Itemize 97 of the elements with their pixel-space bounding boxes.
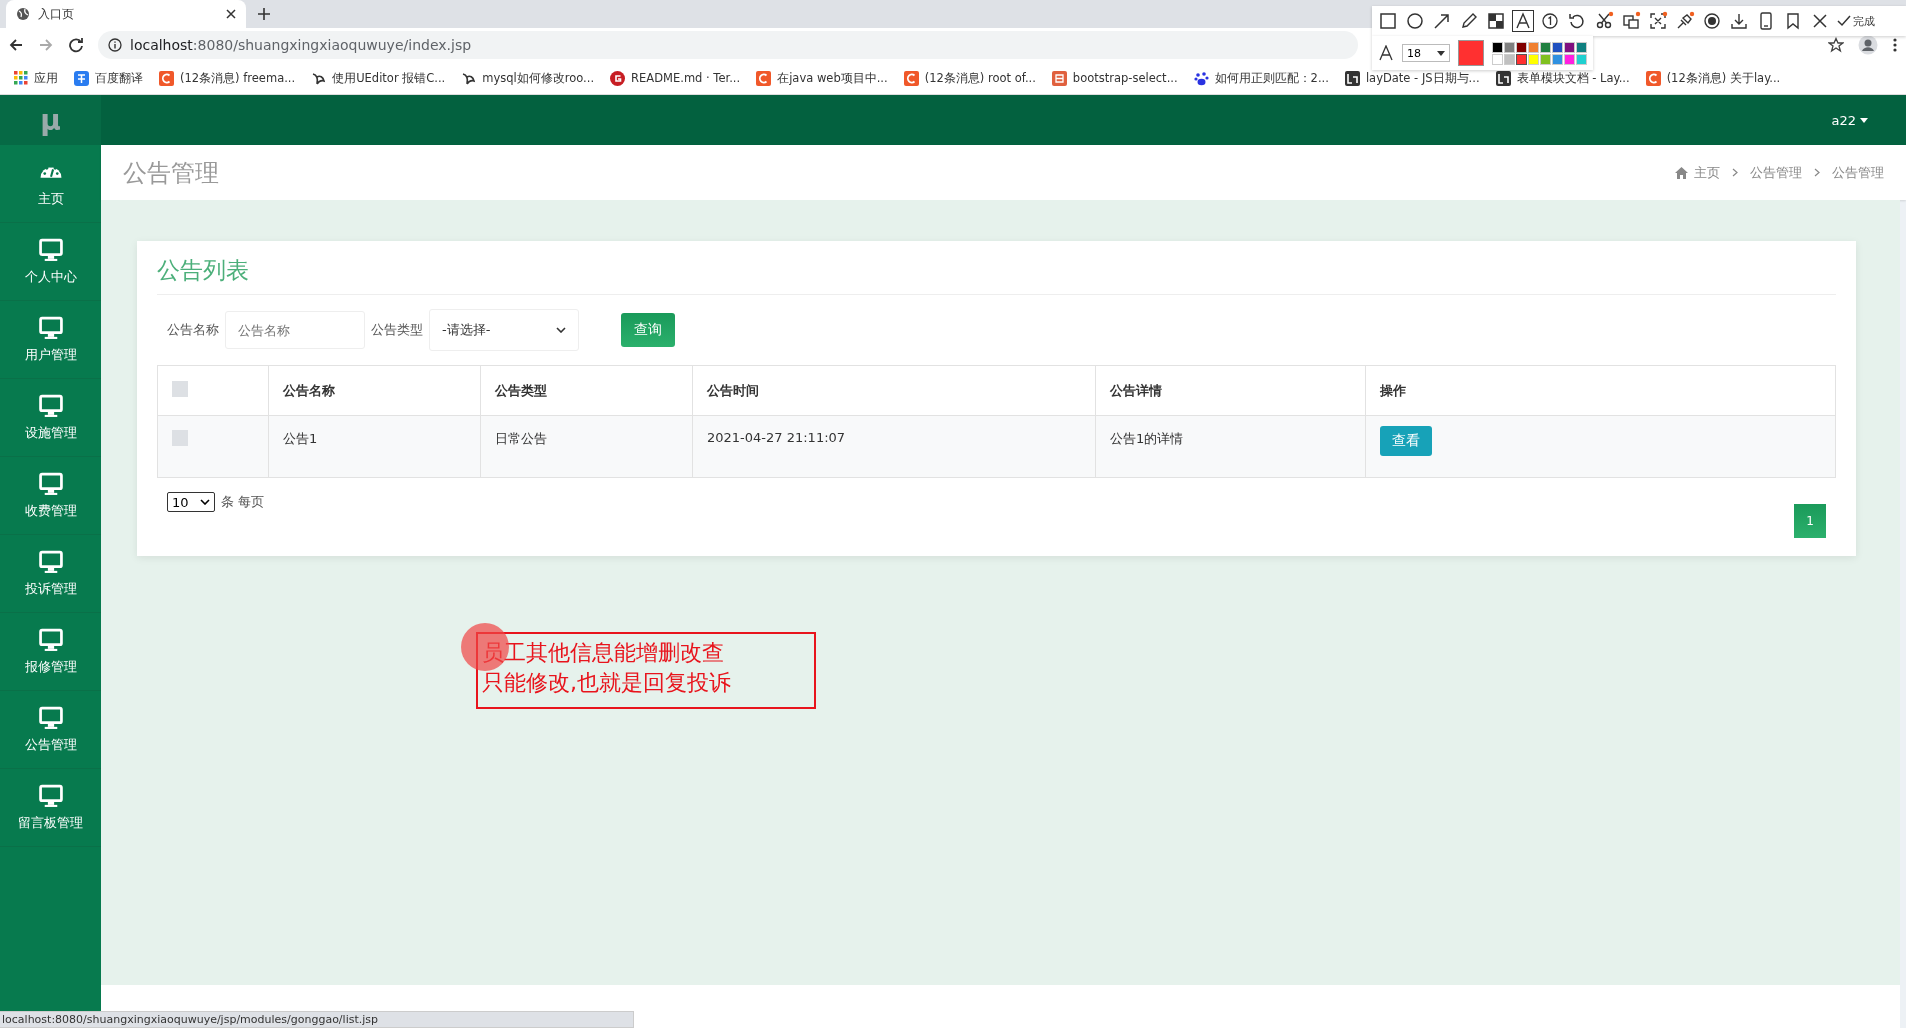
record-icon[interactable] <box>1702 11 1722 31</box>
caret-icon <box>1860 117 1868 123</box>
overlapping-squares-icon[interactable] <box>1621 11 1641 31</box>
browser-tab[interactable]: 入口页 <box>6 0 246 28</box>
column-header: 公告名称 <box>268 365 481 416</box>
field-label: 公告名称 <box>167 321 219 339</box>
column-header: 公告类型 <box>480 365 693 416</box>
column-header: 操作 <box>1365 365 1836 416</box>
check-icon <box>1837 14 1851 28</box>
table-cell: 2021-04-27 21:11:07 <box>692 415 1096 478</box>
font-size-select[interactable]: 18 <box>1402 44 1450 62</box>
home-icon <box>1675 166 1688 179</box>
chevron-down-icon <box>200 499 210 505</box>
address-bar[interactable]: localhost:8080/shuangxingxiaoquwuye/index.jsp <box>98 31 1358 59</box>
bookmark-link[interactable]: 百度翻译 <box>95 70 143 86</box>
table-cell: 日常公告 <box>480 415 693 478</box>
bookmark-link[interactable]: 在java web项目中... <box>777 70 888 86</box>
bookmark-link[interactable]: (12条消息) freema... <box>180 70 296 86</box>
monitor-icon <box>37 315 64 340</box>
monitor-icon <box>37 237 64 262</box>
font-size-icon <box>1378 45 1394 61</box>
card-title: 公告列表 <box>157 255 1836 295</box>
rectangle-icon[interactable] <box>1378 11 1398 31</box>
info-icon[interactable] <box>108 38 122 52</box>
c-logo-icon <box>1645 70 1661 86</box>
bird-icon <box>461 70 477 86</box>
checkbox[interactable] <box>172 381 188 397</box>
apps-grid-icon[interactable] <box>14 71 28 85</box>
scan-frame-icon[interactable] <box>1648 11 1668 31</box>
chevron-icon <box>1732 168 1738 177</box>
bookmark-link[interactable]: 使用UEditor 报错C... <box>332 70 446 86</box>
page-size-select[interactable]: 10 <box>167 492 215 512</box>
bookmark-link[interactable]: 表单模块文档 - Lay... <box>1516 70 1630 86</box>
mosaic-icon[interactable] <box>1486 11 1506 31</box>
close-icon[interactable] <box>226 9 236 19</box>
circle-icon[interactable] <box>1405 11 1425 31</box>
name-input-field[interactable]: 公告名称 <box>225 311 365 349</box>
bookmark-link[interactable]: layDate - JS日期与... <box>1365 70 1480 86</box>
table-cell: 公告1 <box>268 415 481 478</box>
column-header: 公告详情 <box>1095 365 1366 416</box>
c-logo-icon <box>756 70 772 86</box>
undo-icon[interactable] <box>1567 11 1587 31</box>
table-cell: 公告1的详情 <box>1095 415 1366 478</box>
breadcrumb-link[interactable]: 公告管理 <box>1750 163 1802 182</box>
layers-logo-icon <box>1344 70 1360 86</box>
bookmark-link[interactable]: bootstrap-select... <box>1072 71 1178 85</box>
chevron-icon <box>1814 168 1820 177</box>
bookmark-link[interactable]: (12条消息) root of... <box>924 70 1036 86</box>
profile-icon[interactable] <box>1858 35 1878 55</box>
bookmark-link[interactable]: mysql如何修改roo... <box>482 70 595 86</box>
monitor-icon <box>37 393 64 418</box>
square-logo-icon <box>1051 70 1067 86</box>
monitor-icon <box>37 705 64 730</box>
user-menu[interactable]: a22 <box>1831 112 1868 128</box>
bookmark-link[interactable]: (12条消息) 关于lay... <box>1666 70 1781 86</box>
breadcrumb-link[interactable]: 公告管理 <box>1832 163 1884 182</box>
field-label: 公告类型 <box>371 321 423 339</box>
annotation-note: 员工其他信息能增删改查 只能修改,也就是回复投诉 <box>476 632 816 709</box>
page-size-label: 条 每页 <box>221 493 265 511</box>
bookmark-link[interactable]: 应用 <box>34 70 58 86</box>
logo: μ <box>0 95 101 145</box>
new-tab-icon[interactable] <box>258 8 270 20</box>
done-button[interactable]: 完成 <box>1837 13 1875 29</box>
translate-icon <box>74 70 89 86</box>
monitor-icon <box>37 471 64 496</box>
status-bar: localhost:8080/shuangxingxiaoquwuye/jsp/modules/gonggao/list.jsp <box>0 1011 634 1028</box>
back-icon[interactable] <box>8 37 24 53</box>
menu-icon[interactable] <box>1892 37 1898 53</box>
chevron-down-icon <box>556 327 566 333</box>
breadcrumb-link[interactable]: 主页 <box>1694 163 1720 182</box>
c-logo-icon <box>159 70 174 86</box>
star-icon[interactable] <box>1828 37 1844 53</box>
page-title: 公告管理 <box>123 157 219 189</box>
monitor-icon <box>37 549 64 574</box>
reload-icon[interactable] <box>68 37 84 53</box>
download-icon[interactable] <box>1729 11 1749 31</box>
monitor-icon <box>37 783 64 808</box>
scissors-icon[interactable] <box>1594 11 1614 31</box>
globe-icon <box>16 7 30 21</box>
text-tool-icon[interactable] <box>1513 11 1533 31</box>
monitor-icon <box>37 627 64 652</box>
bookmark-link[interactable]: README.md · Ter... <box>631 71 741 85</box>
type-select[interactable]: -请选择- <box>429 309 579 351</box>
bookmark-link[interactable]: 如何用正则匹配：2... <box>1214 70 1329 86</box>
checkbox[interactable] <box>172 430 188 446</box>
paw-icon <box>1193 70 1209 86</box>
g-logo-icon <box>610 70 626 86</box>
numbered-circle-icon[interactable] <box>1540 11 1560 31</box>
current-color-swatch[interactable] <box>1458 40 1484 66</box>
pencil-icon[interactable] <box>1459 11 1479 31</box>
caret-icon <box>1437 50 1445 56</box>
pin-icon[interactable] <box>1675 11 1695 31</box>
color-swatch[interactable] <box>1516 53 1527 65</box>
arrow-icon[interactable] <box>1432 11 1452 31</box>
c-logo-icon <box>903 70 919 86</box>
column-header: 公告时间 <box>692 365 1096 416</box>
bird-icon <box>311 70 327 86</box>
